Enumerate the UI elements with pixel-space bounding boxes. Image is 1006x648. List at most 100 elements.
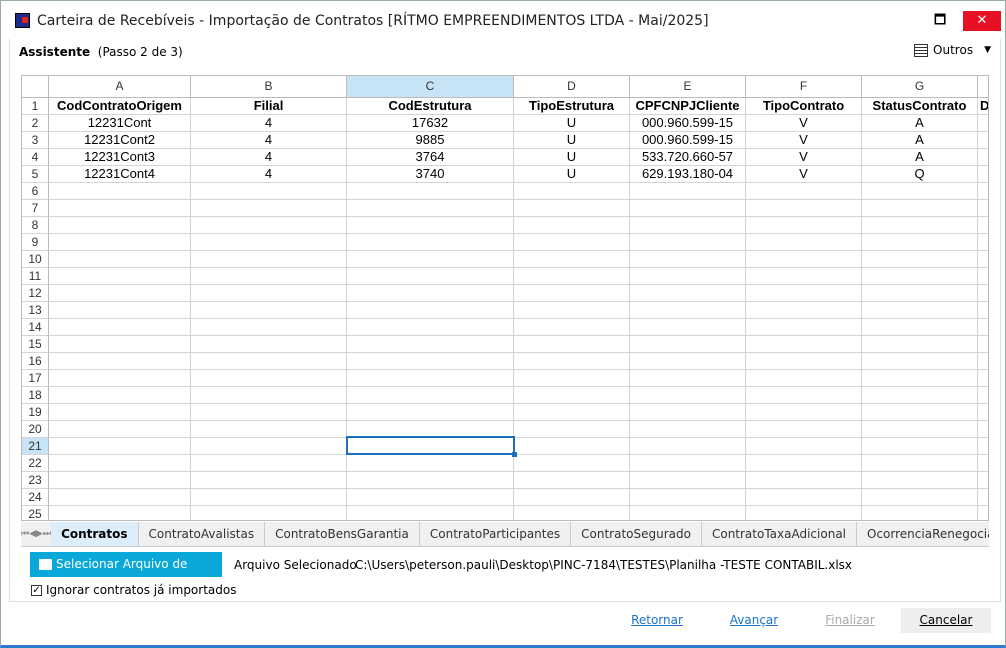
grid-cell[interactable] [191, 200, 347, 217]
cancelar-button[interactable]: Cancelar [901, 608, 991, 633]
row-header-19[interactable]: 19 [22, 404, 49, 421]
grid-cell[interactable] [862, 438, 978, 455]
grid-cell[interactable] [514, 336, 630, 353]
grid-cell[interactable]: V [746, 166, 862, 183]
grid-cell[interactable]: Q [862, 166, 978, 183]
sheet-tab-ContratoSegurado[interactable]: ContratoSegurado [571, 522, 702, 546]
outros-menu-button[interactable]: Outros ▼ [914, 43, 991, 57]
row-header-8[interactable]: 8 [22, 217, 49, 234]
grid-cell[interactable] [49, 472, 191, 489]
grid-cell[interactable] [49, 302, 191, 319]
grid-cell[interactable] [862, 353, 978, 370]
grid-cell[interactable] [746, 387, 862, 404]
row-header-14[interactable]: 14 [22, 319, 49, 336]
grid-cell[interactable] [746, 217, 862, 234]
grid-cell[interactable] [514, 268, 630, 285]
grid-cell[interactable] [862, 268, 978, 285]
header-cell[interactable]: TipoEstrutura [514, 98, 630, 115]
grid-cell[interactable] [978, 132, 988, 149]
grid-cell[interactable] [49, 506, 191, 520]
grid-cell[interactable] [746, 268, 862, 285]
row-header-4[interactable]: 4 [22, 149, 49, 166]
grid-cell[interactable] [630, 387, 746, 404]
grid-cell[interactable]: 9885 [347, 132, 514, 149]
grid-cell[interactable] [746, 472, 862, 489]
row-header-5[interactable]: 5 [22, 166, 49, 183]
row-header-21[interactable]: 21 [22, 438, 49, 455]
grid-cell[interactable] [978, 234, 988, 251]
grid-cell[interactable] [347, 387, 514, 404]
grid-cell[interactable]: A [862, 132, 978, 149]
grid-cell[interactable] [978, 319, 988, 336]
grid-cell[interactable]: 12231Cont3 [49, 149, 191, 166]
grid-cell[interactable]: U [514, 166, 630, 183]
grid-cell[interactable]: V [746, 132, 862, 149]
grid-cell[interactable] [347, 489, 514, 506]
grid-cell[interactable]: 12231Cont [49, 115, 191, 132]
header-cell[interactable]: CodContratoOrigem [49, 98, 191, 115]
grid-cell[interactable] [630, 404, 746, 421]
grid-cell[interactable]: A [862, 115, 978, 132]
grid-cell[interactable] [862, 506, 978, 520]
next-sheet-icon[interactable]: ▶ [36, 522, 43, 546]
last-sheet-icon[interactable]: ⏭ [43, 522, 51, 546]
sheet-tab-ContratoParticipantes[interactable]: ContratoParticipantes [420, 522, 572, 546]
grid-cell[interactable] [514, 285, 630, 302]
grid-cell[interactable] [49, 421, 191, 438]
grid-cell[interactable]: 4 [191, 149, 347, 166]
row-header-11[interactable]: 11 [22, 268, 49, 285]
row-header-23[interactable]: 23 [22, 472, 49, 489]
grid-cell[interactable] [49, 217, 191, 234]
row-header-15[interactable]: 15 [22, 336, 49, 353]
grid-cell[interactable] [514, 183, 630, 200]
row-header-20[interactable]: 20 [22, 421, 49, 438]
grid-cell[interactable] [49, 404, 191, 421]
grid-cell[interactable] [347, 217, 514, 234]
grid-cell[interactable] [630, 336, 746, 353]
grid-cell[interactable] [347, 200, 514, 217]
grid-cell[interactable] [49, 438, 191, 455]
sheet-tab-ContratoTaxaAdicional[interactable]: ContratoTaxaAdicional [702, 522, 858, 546]
grid-cell[interactable]: 629.193.180-04 [630, 166, 746, 183]
grid-cell[interactable] [630, 370, 746, 387]
grid-cell[interactable] [746, 336, 862, 353]
header-cell[interactable]: StatusContrato [862, 98, 978, 115]
grid-cell[interactable] [191, 506, 347, 520]
row-header-6[interactable]: 6 [22, 183, 49, 200]
grid-cell[interactable] [347, 506, 514, 520]
grid-cell[interactable] [746, 251, 862, 268]
grid-cell[interactable]: 17632 [347, 115, 514, 132]
sheet-tab-Contratos[interactable]: Contratos [51, 522, 139, 546]
grid-cell[interactable] [347, 472, 514, 489]
header-cell[interactable]: CPFCNPJCliente [630, 98, 746, 115]
grid-cell[interactable]: V [746, 115, 862, 132]
grid-cell[interactable] [49, 234, 191, 251]
grid-cell[interactable] [746, 421, 862, 438]
grid-cell[interactable] [978, 115, 988, 132]
grid-cell[interactable] [49, 183, 191, 200]
grid-cell[interactable] [746, 489, 862, 506]
grid-cell[interactable] [978, 438, 988, 455]
grid-cell[interactable] [49, 370, 191, 387]
grid-cell[interactable] [191, 183, 347, 200]
grid-cell[interactable] [630, 251, 746, 268]
grid-cell[interactable] [630, 302, 746, 319]
row-header-16[interactable]: 16 [22, 353, 49, 370]
grid-cell[interactable] [347, 302, 514, 319]
row-header-13[interactable]: 13 [22, 302, 49, 319]
grid-cell[interactable] [862, 200, 978, 217]
grid-cell[interactable] [862, 319, 978, 336]
grid-cell[interactable] [347, 319, 514, 336]
column-header-C[interactable]: C [347, 76, 514, 98]
grid-cell[interactable] [49, 251, 191, 268]
grid-cell[interactable] [49, 353, 191, 370]
grid-cell[interactable] [514, 234, 630, 251]
grid-cell[interactable] [746, 200, 862, 217]
sheet-tab-ContratoBensGarantia[interactable]: ContratoBensGarantia [265, 522, 420, 546]
grid-cell[interactable] [514, 387, 630, 404]
sheet-tab-ContratoAvalistas[interactable]: ContratoAvalistas [139, 522, 266, 546]
grid-cell[interactable] [347, 183, 514, 200]
grid-cell[interactable] [862, 285, 978, 302]
grid-cell[interactable]: 4 [191, 132, 347, 149]
grid-cell[interactable] [630, 489, 746, 506]
